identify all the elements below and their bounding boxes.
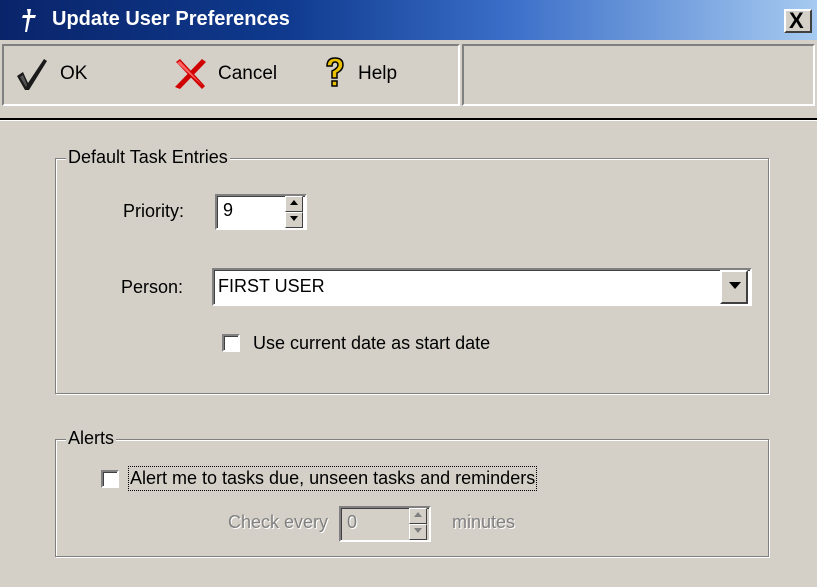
checkmark-icon xyxy=(17,59,47,90)
dagger-icon xyxy=(22,9,36,32)
alert-checkbox[interactable] xyxy=(101,470,119,488)
priority-label: Priority: xyxy=(123,201,185,221)
toolbar-status-panel xyxy=(462,44,815,106)
toolbar: OK Cancel Help xyxy=(0,42,817,112)
close-button[interactable]: X xyxy=(784,9,812,33)
update-user-preferences-dialog: Update User Preferences X OK Cancel Help… xyxy=(0,0,817,587)
question-mark-icon xyxy=(326,57,344,87)
priority-spin-buttons[interactable] xyxy=(285,196,303,228)
person-dropdown-button[interactable] xyxy=(720,270,748,304)
help-button[interactable]: Help xyxy=(322,56,397,92)
minutes-label: minutes xyxy=(452,512,516,532)
chevron-down-icon xyxy=(729,282,741,289)
ok-button[interactable]: OK xyxy=(14,56,87,92)
alert-label[interactable]: Alert me to tasks due, unseen tasks and … xyxy=(127,466,538,491)
arrow-up-icon xyxy=(290,200,298,205)
check-every-decrement-button[interactable] xyxy=(409,524,427,540)
check-every-increment-button[interactable] xyxy=(409,508,427,524)
check-every-spin-buttons[interactable] xyxy=(409,508,427,540)
default-task-entries-title: Default Task Entries xyxy=(66,147,230,168)
priority-decrement-button[interactable] xyxy=(285,212,303,228)
window-title: Update User Preferences xyxy=(52,8,290,30)
help-label: Help xyxy=(358,63,398,84)
use-current-date-label[interactable]: Use current date as start date xyxy=(253,333,490,354)
alerts-title: Alerts xyxy=(66,428,117,449)
arrow-down-icon xyxy=(414,528,422,533)
red-x-icon xyxy=(175,59,206,89)
priority-increment-button[interactable] xyxy=(285,196,303,212)
use-current-date-checkbox[interactable] xyxy=(222,334,240,352)
cancel-label: Cancel xyxy=(218,63,278,84)
toolbar-separator xyxy=(0,118,817,121)
cancel-button[interactable]: Cancel xyxy=(172,56,277,92)
close-icon: X xyxy=(789,8,804,33)
person-label: Person: xyxy=(121,277,184,297)
person-dropdown[interactable]: FIRST USER xyxy=(212,268,752,306)
arrow-up-icon xyxy=(414,512,422,517)
title-bar[interactable]: Update User Preferences X xyxy=(0,0,817,40)
check-every-label: Check every xyxy=(228,512,329,532)
priority-value: 9 xyxy=(223,200,234,220)
ok-label: OK xyxy=(60,63,88,84)
arrow-down-icon xyxy=(290,216,298,221)
check-every-value: 0 xyxy=(347,512,358,532)
person-value: FIRST USER xyxy=(218,276,325,296)
